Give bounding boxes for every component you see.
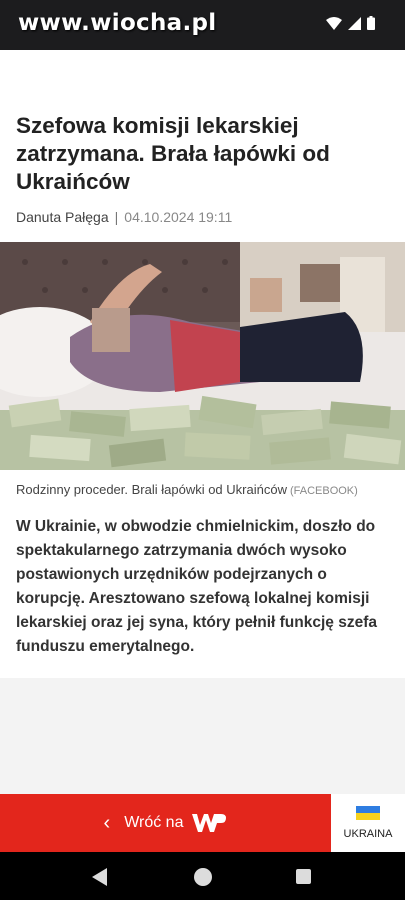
- article-title: Szefowa komisji lekarskiej zatrzymana. B…: [16, 113, 330, 194]
- wifi-icon: [326, 16, 342, 30]
- ukraine-label: UKRAINA: [343, 828, 393, 840]
- status-bar: www.wiocha.pl: [0, 0, 405, 50]
- photo-source: (FACEBOOK): [289, 485, 358, 497]
- content-spacer: [0, 678, 405, 794]
- byline-separator: |: [114, 209, 119, 225]
- author-name[interactable]: Danuta Pałęga: [16, 209, 109, 225]
- back-to-wp-button[interactable]: ‹ Wróć na: [0, 794, 331, 852]
- ukraine-button[interactable]: UKRAINA: [331, 794, 405, 852]
- publish-date: 04.10.2024 19:11: [124, 209, 233, 225]
- byline: Danuta Pałęga | 04.10.2024 19:11: [16, 209, 232, 225]
- status-icons: [326, 16, 375, 30]
- system-nav-bar: [0, 852, 405, 900]
- photo-caption-text: Rodzinny proceder. Brali łapówki od Ukra…: [16, 482, 287, 497]
- article: Szefowa komisji lekarskiej zatrzymana. B…: [0, 50, 405, 678]
- wp-logo-icon: [192, 814, 227, 832]
- battery-icon: [367, 16, 375, 30]
- chevron-left-icon: ‹: [103, 811, 111, 834]
- photo-caption: Rodzinny proceder. Brali łapówki od Ukra…: [16, 482, 358, 497]
- ukraine-flag-icon: [356, 806, 380, 820]
- article-photo[interactable]: [0, 242, 405, 470]
- nav-back-icon[interactable]: [92, 868, 108, 886]
- nav-recents-icon[interactable]: [296, 869, 311, 884]
- signal-icon: [348, 16, 361, 30]
- back-label: Wróć na: [124, 814, 184, 831]
- watermark-text: www.wiocha.pl: [18, 10, 217, 36]
- article-lead: W Ukrainie, w obwodzie chmielnickim, dos…: [16, 518, 377, 655]
- nav-home-icon[interactable]: [194, 868, 212, 886]
- article-photo-image: [0, 242, 405, 470]
